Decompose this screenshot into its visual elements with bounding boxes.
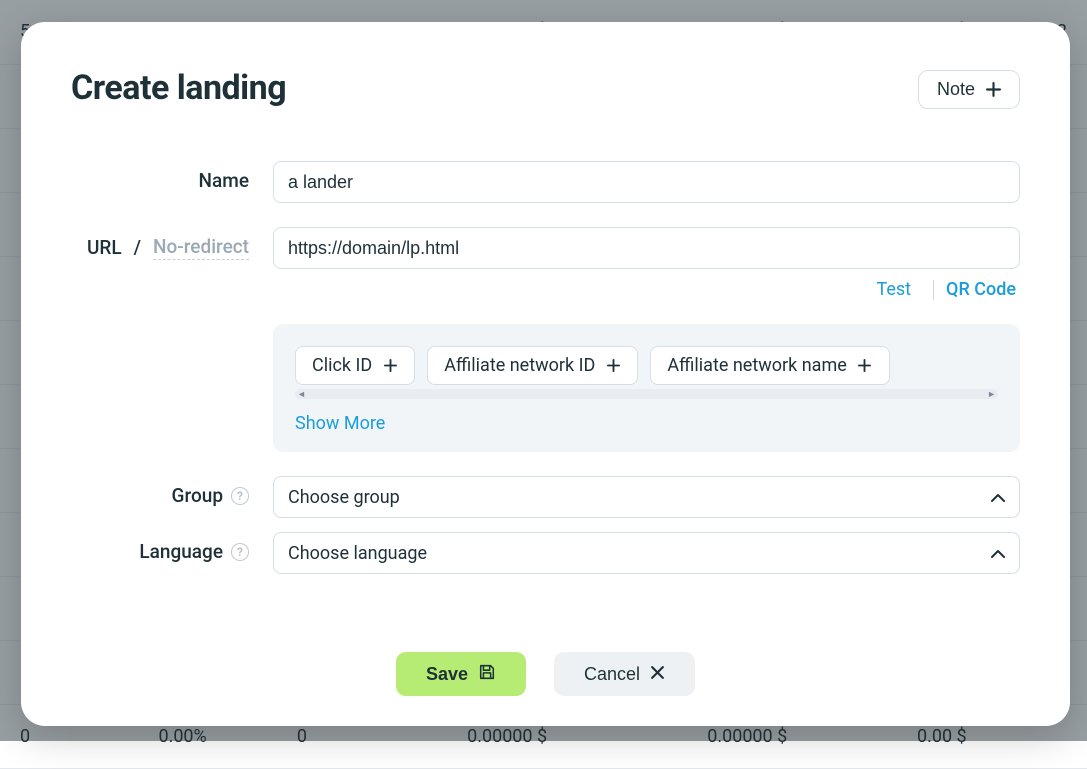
name-label: Name [71, 161, 273, 192]
note-button-label: Note [937, 79, 975, 100]
group-select[interactable]: Choose group [273, 476, 1020, 518]
test-link[interactable]: Test [866, 279, 921, 300]
token-click-id[interactable]: Click ID [295, 346, 415, 385]
chevron-up-icon [991, 493, 1005, 502]
no-redirect-link[interactable]: No-redirect [153, 235, 249, 260]
token-box: Click ID Affiliate network ID Affiliate … [273, 324, 1020, 452]
token-strip: Click ID Affiliate network ID Affiliate … [295, 346, 998, 385]
chevron-up-icon [991, 549, 1005, 558]
save-button-label: Save [426, 664, 468, 685]
note-button[interactable]: Note [918, 70, 1020, 109]
cancel-button[interactable]: Cancel [554, 652, 695, 696]
close-icon [650, 664, 665, 685]
scroll-left-icon: ◄ [297, 389, 306, 400]
modal-title: Create landing [71, 70, 286, 107]
name-input[interactable] [273, 161, 1020, 203]
divider [933, 280, 934, 300]
plus-icon [857, 358, 873, 374]
save-button[interactable]: Save [396, 652, 526, 696]
language-select-placeholder: Choose language [288, 543, 427, 564]
qr-code-link[interactable]: QR Code [946, 279, 1016, 300]
plus-icon [382, 358, 398, 374]
group-select-placeholder: Choose group [288, 487, 400, 508]
token-affiliate-network-name[interactable]: Affiliate network name [650, 346, 889, 385]
save-icon [478, 663, 496, 686]
url-input[interactable] [273, 227, 1020, 269]
token-scrollbar[interactable]: ◄ ► [295, 389, 998, 399]
language-select[interactable]: Choose language [273, 532, 1020, 574]
token-affiliate-network-id[interactable]: Affiliate network ID [427, 346, 638, 385]
plus-icon [985, 82, 1001, 98]
group-label: Group ? [71, 476, 273, 507]
scroll-right-icon: ► [987, 389, 996, 400]
help-icon[interactable]: ? [231, 487, 249, 505]
help-icon[interactable]: ? [231, 543, 249, 561]
language-label: Language ? [71, 532, 273, 563]
plus-icon [605, 358, 621, 374]
cancel-button-label: Cancel [584, 664, 640, 685]
url-label: URL / No-redirect [71, 227, 273, 260]
show-more-link[interactable]: Show More [295, 413, 385, 434]
create-landing-modal: Create landing Note Name URL / No-redire… [21, 22, 1070, 726]
